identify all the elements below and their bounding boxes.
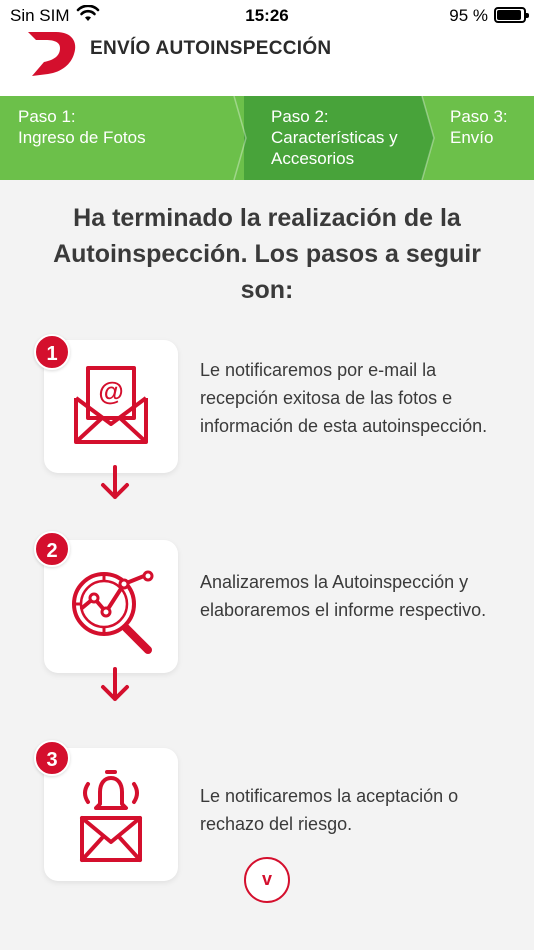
svg-text:@: @ [98,376,123,406]
status-bar: Sin SIM 15:26 95 % [0,0,534,30]
step-badge-3: 3 [34,740,70,776]
arrow-down-icon [101,465,129,499]
arrow-down-icon [101,667,129,701]
next-step-text-3: Le notificaremos la aceptación o rechazo… [200,786,459,834]
scroll-down-button[interactable]: v [244,857,290,903]
step-3-number: Paso 3: [450,107,508,126]
step-3-label: Envío [450,128,494,147]
step-2-label: Características y Accesorios [271,128,398,168]
app-header: ENVÍO AUTOINSPECCIÓN [0,30,534,96]
step-badge-2: 2 [34,531,70,567]
battery-icon [494,7,529,23]
progress-stepper: Paso 1: Ingreso de Fotos Paso 2: Caracte… [0,96,534,180]
next-step-text-1: Le notificaremos por e-mail la recepción… [200,360,488,436]
step-2-number: Paso 2: [271,107,329,126]
step-1-label: Ingreso de Fotos [18,128,146,147]
next-step-text-2: Analizaremos la Autoinspección y elabora… [200,572,487,620]
step-badge-1: 1 [34,334,70,370]
step-3[interactable]: Paso 3: Envío [450,96,530,180]
step-1-number: Paso 1: [18,107,76,126]
completion-headline: Ha terminado la realización de la Autoin… [53,204,481,304]
page-title: ENVÍO AUTOINSPECCIÓN [90,38,332,59]
battery-percentage: 95 % [449,6,488,25]
step-1[interactable]: Paso 1: Ingreso de Fotos [18,96,238,180]
step-2[interactable]: Paso 2: Características y Accesorios [271,96,431,180]
brand-logo [28,32,76,76]
